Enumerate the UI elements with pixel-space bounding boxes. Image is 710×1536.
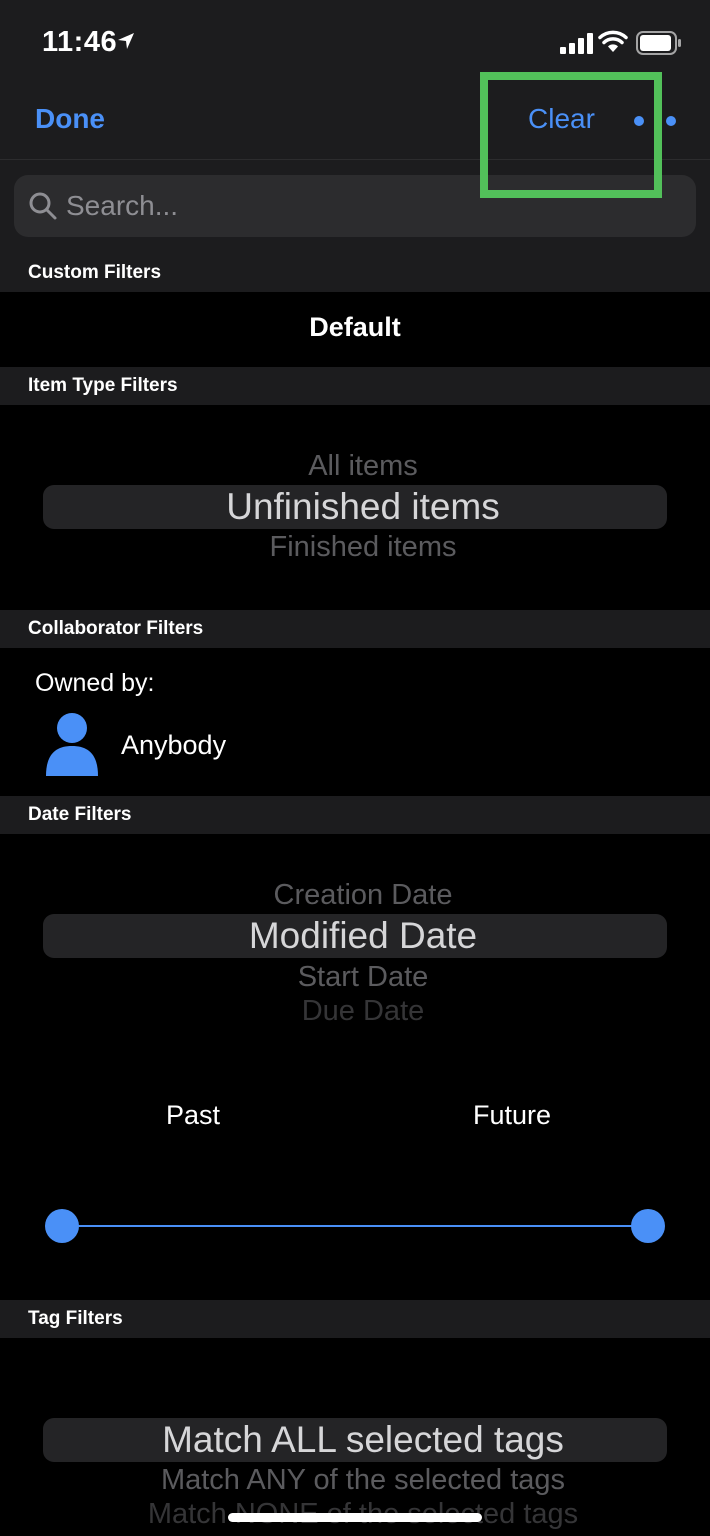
item-type-picker[interactable]: All items Unfinished items Finished item… xyxy=(0,405,710,610)
picker-option-match-all[interactable]: Match ALL selected tags xyxy=(0,1419,710,1461)
picker-option-modified-date[interactable]: Modified Date xyxy=(0,915,710,957)
wifi-icon xyxy=(598,30,628,52)
picker-option-match-any[interactable]: Match ANY of the selected tags xyxy=(0,1464,710,1497)
section-header-custom-filters: Custom Filters xyxy=(0,254,710,292)
section-header-item-type-filters: Item Type Filters xyxy=(0,367,710,405)
section-title: Date Filters xyxy=(28,804,132,825)
date-range-end-thumb[interactable] xyxy=(631,1209,665,1243)
date-range-slider-track[interactable] xyxy=(62,1225,648,1227)
section-header-date-filters: Date Filters xyxy=(0,796,710,834)
picker-option-unfinished-items[interactable]: Unfinished items xyxy=(0,486,710,528)
picker-option-due-date[interactable]: Due Date xyxy=(0,995,710,1024)
more-options-icon[interactable] xyxy=(630,114,680,128)
custom-filter-default[interactable]: Default xyxy=(0,312,710,343)
battery-icon xyxy=(636,31,681,55)
cellular-signal-icon xyxy=(560,33,593,54)
date-range-start-thumb[interactable] xyxy=(45,1209,79,1243)
status-time: 11:46 xyxy=(42,26,118,58)
section-title: Collaborator Filters xyxy=(28,618,204,639)
search-field[interactable] xyxy=(14,175,696,237)
person-icon[interactable] xyxy=(44,710,100,778)
owned-by-label: Owned by: xyxy=(35,669,155,697)
owner-value[interactable]: Anybody xyxy=(121,730,226,761)
date-type-picker[interactable]: Creation Date Modified Date Start Date D… xyxy=(0,834,710,1024)
status-bar: 11:46 xyxy=(0,0,710,80)
section-title: Custom Filters xyxy=(28,262,162,283)
section-header-collaborator-filters: Collaborator Filters xyxy=(0,610,710,648)
search-icon xyxy=(29,192,57,220)
picker-option-all-items[interactable]: All items xyxy=(0,450,710,483)
search-input[interactable] xyxy=(66,175,666,237)
search-bar xyxy=(0,160,710,254)
range-end-label: Future xyxy=(473,1100,552,1130)
range-start-label: Past xyxy=(166,1100,221,1130)
section-title: Tag Filters xyxy=(28,1308,123,1329)
picker-option-finished-items[interactable]: Finished items xyxy=(0,531,710,564)
clear-button[interactable]: Clear xyxy=(528,103,595,135)
section-header-tag-filters: Tag Filters xyxy=(0,1300,710,1338)
picker-option-creation-date[interactable]: Creation Date xyxy=(0,879,710,912)
navigation-bar: Done Clear xyxy=(0,80,710,160)
picker-option-start-date[interactable]: Start Date xyxy=(0,961,710,994)
home-indicator[interactable] xyxy=(228,1513,482,1522)
section-title: Item Type Filters xyxy=(28,375,178,396)
tag-match-picker[interactable]: Match ALL selected tags Match ANY of the… xyxy=(0,1338,710,1536)
location-arrow-icon xyxy=(118,33,134,49)
done-button[interactable]: Done xyxy=(35,103,105,135)
